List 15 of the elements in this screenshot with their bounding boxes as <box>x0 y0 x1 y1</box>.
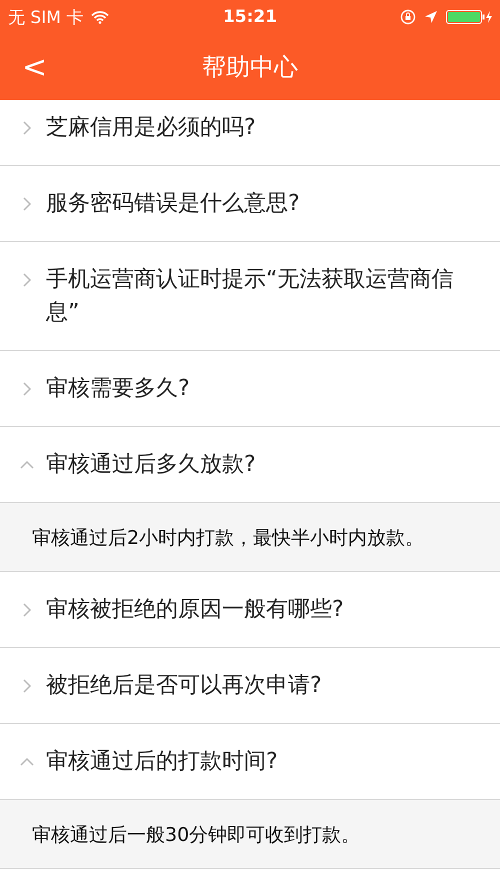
faq-question[interactable]: 审核需要多久? <box>0 351 500 427</box>
carrier-label: 无 SIM 卡 <box>8 6 84 28</box>
faq-question[interactable]: 服务密码错误是什么意思? <box>0 166 500 242</box>
faq-question[interactable]: 手机运营商认证时提示“无法获取运营商信息” <box>0 242 500 351</box>
rotation-lock-icon <box>400 9 416 25</box>
location-arrow-icon <box>424 10 438 24</box>
faq-question[interactable]: 芝麻信用是必须的吗? <box>0 100 500 166</box>
faq-answer: 审核通过后2小时内打款，最快半小时内放款。 <box>32 527 424 549</box>
wifi-icon <box>91 10 110 24</box>
status-time: 15:21 <box>222 7 278 27</box>
page-title: 帮助中心 <box>202 52 298 83</box>
battery-icon <box>446 9 492 25</box>
faq-question[interactable]: 审核被拒绝的原因一般有哪些? <box>0 572 500 648</box>
faq-question[interactable]: 被拒绝后是否可以再次申请? <box>0 648 500 724</box>
faq-answer: 审核通过后一般30分钟即可收到打款。 <box>32 824 360 846</box>
